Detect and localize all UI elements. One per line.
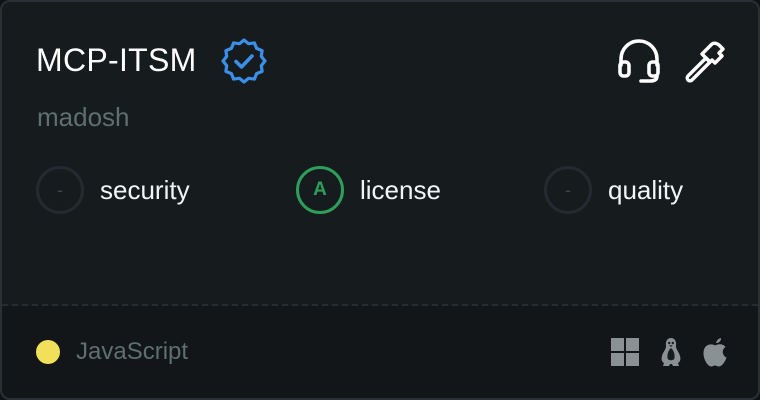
apple-icon (703, 338, 727, 367)
quality-label: quality (608, 175, 684, 205)
hammer-icon[interactable] (682, 38, 728, 84)
server-card[interactable]: MCP-ITSM madosh - security A license - q… (0, 0, 760, 400)
license-label: license (360, 175, 441, 205)
card-header-section: MCP-ITSM madosh - security A license - q… (2, 2, 758, 304)
security-grade-badge: - (36, 166, 84, 214)
headset-icon[interactable] (616, 38, 662, 84)
linux-icon (661, 338, 681, 366)
verified-badge-icon (221, 38, 267, 84)
license-grade-badge: A (296, 166, 344, 214)
language-label: JavaScript (76, 338, 189, 365)
security-label: security (100, 175, 190, 205)
server-name[interactable]: MCP-ITSM (36, 40, 197, 80)
quality-grade-badge: - (544, 166, 592, 214)
windows-icon (611, 338, 639, 366)
language-color-dot (36, 340, 60, 364)
author-name[interactable]: madosh (37, 100, 130, 134)
